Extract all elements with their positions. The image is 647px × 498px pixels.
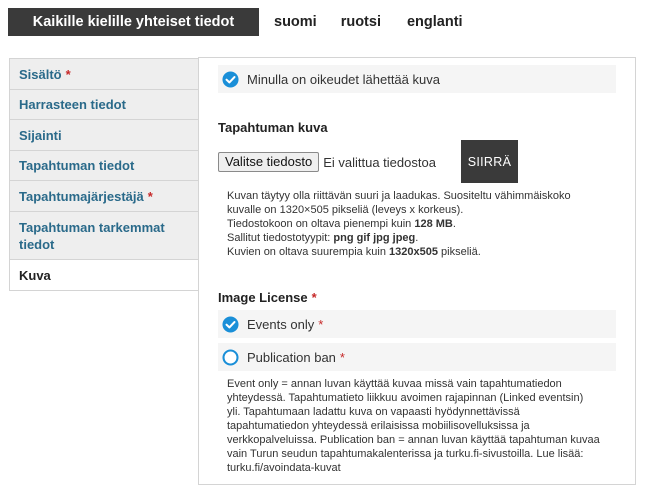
help-line: Tiedostokoon on oltava pienempi kuin 128…	[227, 218, 456, 230]
license-option-publication-ban[interactable]: Publication ban *	[218, 343, 616, 371]
check-circle-icon	[222, 70, 239, 88]
side-tab-label: Sisältö	[19, 66, 62, 82]
upload-button[interactable]: SIIRRÄ	[461, 140, 518, 183]
side-tab-content[interactable]: Sisältö *	[9, 59, 199, 90]
required-marker: *	[339, 349, 345, 365]
side-tab-location[interactable]: Sijainti	[9, 120, 199, 151]
side-tab-organizer[interactable]: Tapahtumajärjestäjä *	[9, 181, 199, 212]
side-tab-image[interactable]: Kuva	[9, 260, 199, 291]
side-tab-label: Harrasteen tiedot	[19, 97, 126, 112]
help-line: tapahtumatiedon yhteydessä erilaisissa m…	[227, 420, 530, 432]
tab-finnish[interactable]: suomi	[259, 8, 331, 36]
license-option-events-only[interactable]: Events only *	[218, 310, 616, 338]
side-tab-event-info[interactable]: Tapahtuman tiedot	[9, 151, 199, 181]
vertical-tabs: Sisältö * Harrasteen tiedot Sijainti Tapa…	[9, 58, 199, 291]
side-tab-detailed-info[interactable]: Tapahtuman tarkemmat tiedot	[9, 212, 199, 260]
image-section-title: Tapahtuman kuva	[218, 120, 328, 135]
required-marker: *	[318, 316, 324, 332]
option-label: Events only	[247, 316, 315, 332]
language-tabs: Kaikille kielille yhteiset tiedot suomi …	[8, 8, 477, 36]
help-line: Event only = annan luvan käyttää kuvaa m…	[227, 378, 562, 390]
license-help-text: Event only = annan luvan käyttää kuvaa m…	[227, 377, 600, 475]
tab-english[interactable]: englanti	[395, 8, 477, 36]
radio-unchecked-icon	[222, 348, 239, 366]
tab-swedish[interactable]: ruotsi	[331, 8, 395, 36]
help-line: Kuvan täytyy olla riittävän suuri ja laa…	[227, 190, 571, 202]
side-tab-label: Tapahtuman tarkemmat tiedot	[19, 219, 165, 252]
help-line: yli. Tapahtumaan ladattu kuva on vapaast…	[227, 406, 520, 418]
help-line: kuvalle on 1320×505 pikseliä (leveys x k…	[227, 204, 464, 216]
radio-checked-icon	[222, 315, 239, 333]
rights-checkbox-label: Minulla on oikeudet lähettää kuva	[247, 71, 440, 87]
help-line: verkkopalveluissa. Publication ban = ann…	[227, 434, 600, 446]
tab-common-info[interactable]: Kaikille kielille yhteiset tiedot	[8, 8, 259, 36]
help-line: turku.fi/avoindata-kuvat	[227, 462, 341, 474]
image-tab-panel: Minulla on oikeudet lähettää kuva Tapaht…	[198, 57, 636, 485]
rights-checkbox[interactable]: Minulla on oikeudet lähettää kuva	[218, 65, 616, 93]
license-title: Image License *	[218, 290, 317, 305]
option-label: Publication ban	[247, 349, 336, 365]
side-tab-label: Kuva	[19, 267, 51, 283]
required-marker: *	[65, 66, 71, 82]
side-tab-hobby-info[interactable]: Harrasteen tiedot	[9, 90, 199, 120]
side-tab-label: Tapahtuman tiedot	[19, 158, 135, 173]
required-marker: *	[147, 188, 153, 204]
no-file-text: Ei valittua tiedostoa	[323, 154, 436, 170]
choose-file-button[interactable]: Valitse tiedosto	[218, 152, 320, 172]
help-line: Kuvien on oltava suurempia kuin 1320x505…	[227, 246, 481, 258]
help-line: Sallitut tiedostotyypit: png gif jpg jpe…	[227, 232, 419, 244]
side-tab-label: Tapahtumajärjestäjä	[19, 188, 144, 204]
required-marker: *	[311, 290, 317, 305]
help-line: vain Turun seudun tapahtumakalenterissa …	[227, 448, 584, 460]
side-tab-label: Sijainti	[19, 127, 62, 143]
help-line: yhteydessä. Tapahtumatieto liikkuu avoim…	[227, 392, 584, 404]
image-help-text: Kuvan täytyy olla riittävän suuri ja laa…	[227, 189, 571, 259]
file-input: Valitse tiedosto Ei valittua tiedostoa	[218, 152, 436, 172]
